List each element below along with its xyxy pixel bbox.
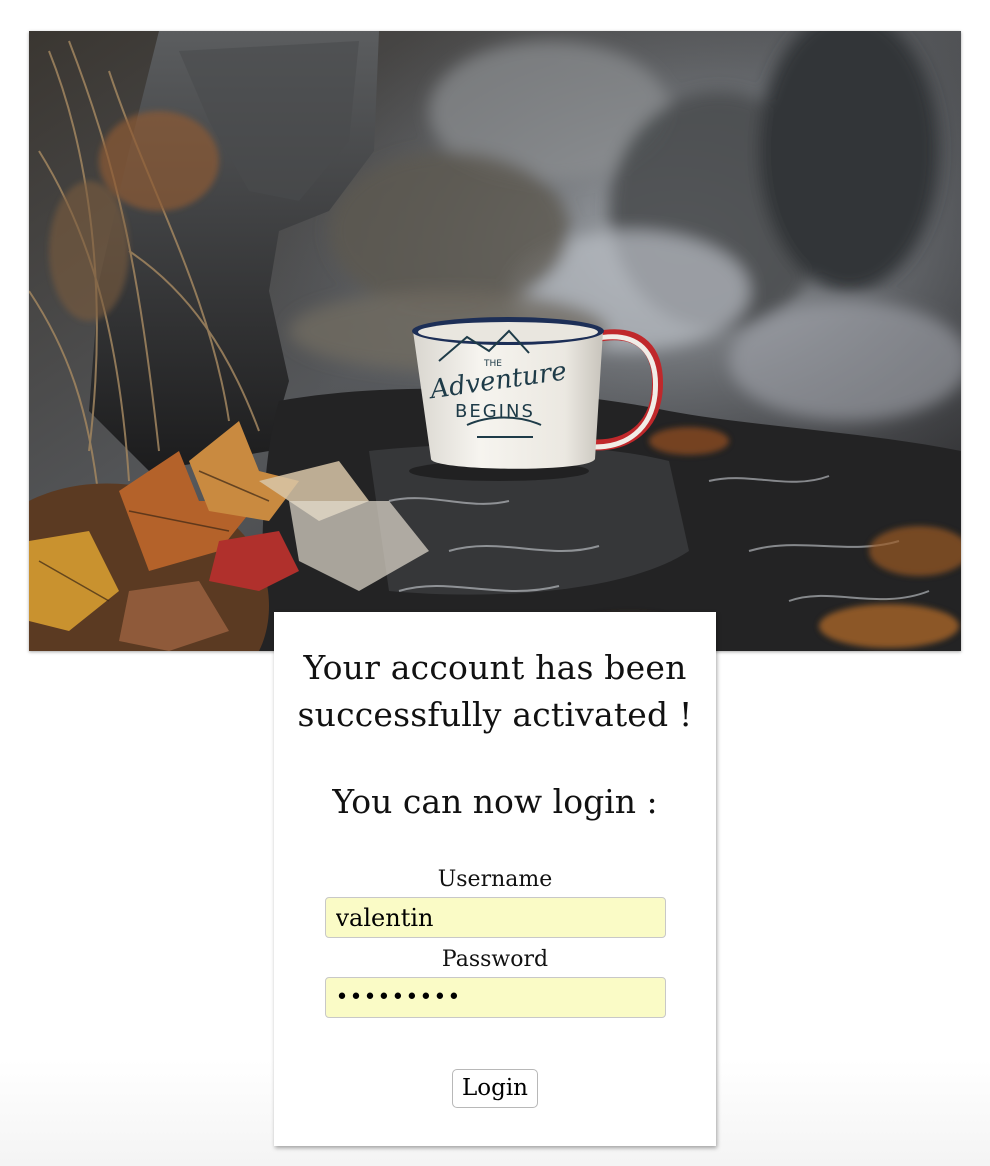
hero-image: THE Adventure BEGINS	[29, 31, 961, 651]
mug-print-begins: BEGINS	[455, 401, 535, 422]
activation-headline-line2: successfully activated !	[297, 695, 693, 734]
login-prompt: You can now login :	[332, 782, 658, 821]
page: THE Adventure BEGINS Your account has be…	[0, 0, 990, 1166]
username-label: Username	[437, 867, 553, 892]
username-input[interactable]	[324, 897, 666, 938]
login-form: Username Password Login	[274, 866, 716, 1108]
login-button[interactable]: Login	[451, 1069, 538, 1108]
activation-card: Your account has been successfully activ…	[274, 612, 716, 1146]
password-label: Password	[441, 947, 549, 972]
hero-image-art: THE Adventure BEGINS	[29, 31, 961, 651]
activation-headline-line1: Your account has been	[303, 648, 687, 687]
activation-headline: Your account has been successfully activ…	[274, 612, 716, 738]
password-input[interactable]	[324, 977, 666, 1018]
